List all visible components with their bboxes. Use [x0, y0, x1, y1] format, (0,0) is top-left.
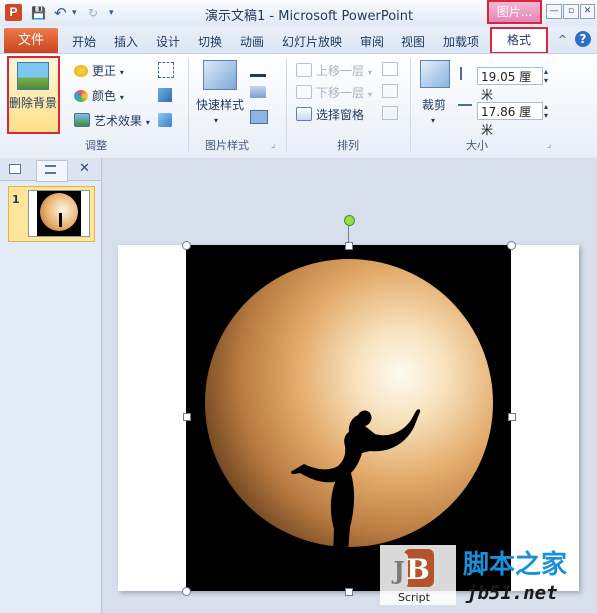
picture-styles-launcher-icon[interactable]: ⌟ — [271, 140, 275, 150]
size-launcher-icon[interactable]: ⌟ — [547, 140, 551, 150]
bring-forward-button[interactable]: 上移一层 ▾ — [296, 62, 372, 79]
tab-home[interactable]: 开始 — [72, 33, 96, 50]
group-separator — [188, 58, 189, 152]
tab-design[interactable]: 设计 — [156, 33, 180, 50]
send-backward-icon — [296, 85, 312, 99]
picture-tools-context-tab[interactable]: 图片... — [487, 0, 542, 24]
artistic-effects-button[interactable]: 艺术效果 ▾ — [74, 112, 150, 129]
quick-styles-icon[interactable] — [203, 60, 237, 90]
resize-handle-bottom-left[interactable] — [182, 587, 191, 596]
maximize-button[interactable]: ▫ — [563, 4, 579, 19]
remove-background-icon — [17, 62, 49, 90]
picture-layout-icon[interactable] — [250, 110, 268, 124]
compress-pictures-icon[interactable] — [158, 62, 174, 78]
sun-icon — [74, 65, 88, 77]
picture-effects-icon[interactable] — [250, 86, 266, 98]
redo-icon[interactable]: ↻ — [88, 5, 98, 21]
reset-picture-icon[interactable] — [158, 113, 172, 127]
watermark-domain: jb51.net — [466, 582, 558, 604]
file-tab[interactable]: 文件 — [4, 28, 58, 53]
resize-handle-top-left[interactable] — [182, 241, 191, 250]
resize-handle-bottom[interactable] — [345, 588, 353, 596]
svg-text:J: J — [391, 556, 404, 585]
height-input[interactable]: 19.05 厘米 — [477, 67, 543, 102]
send-backward-button[interactable]: 下移一层 ▾ — [296, 84, 372, 101]
bring-forward-label: 上移一层 — [316, 64, 365, 78]
selected-picture[interactable] — [186, 245, 511, 591]
tab-review[interactable]: 审阅 — [360, 33, 384, 50]
tab-slideshow[interactable]: 幻灯片放映 — [282, 33, 342, 50]
group-separator — [286, 58, 287, 152]
rotate-icon[interactable] — [382, 106, 398, 120]
rotate-connector — [348, 224, 349, 244]
arrange-group-label: 排列 — [337, 139, 359, 152]
collapse-ribbon-icon[interactable]: ^ — [558, 33, 567, 46]
corrections-label: 更正 — [92, 64, 117, 78]
height-icon — [460, 67, 472, 80]
change-picture-icon[interactable] — [158, 88, 172, 102]
color-button[interactable]: 颜色 ▾ — [74, 87, 124, 104]
tab-view[interactable]: 视图 — [401, 33, 425, 50]
resize-handle-right[interactable] — [508, 413, 516, 421]
group-icon[interactable] — [382, 84, 398, 98]
minimize-button[interactable]: — — [546, 4, 562, 19]
powerpoint-app-icon[interactable]: P — [5, 4, 22, 21]
bring-forward-icon — [296, 63, 312, 77]
quick-styles-label[interactable]: 快速样式 — [196, 96, 244, 113]
crop-icon[interactable] — [420, 60, 450, 88]
tab-animations[interactable]: 动画 — [240, 33, 264, 50]
selection-pane-label: 选择窗格 — [316, 108, 365, 122]
tab-addins[interactable]: 加载项 — [443, 33, 479, 50]
height-spinner[interactable]: ▴ ▾ — [544, 67, 548, 85]
svg-text:B: B — [406, 553, 430, 586]
help-icon[interactable]: ? — [575, 31, 591, 47]
watermark-site-name: 脚本之家 — [463, 550, 568, 580]
moon-dancer-image — [205, 259, 493, 577]
resize-handle-top-right[interactable] — [507, 241, 516, 250]
window-title: 演示文稿1 - Microsoft PowerPoint — [205, 9, 414, 24]
artistic-effects-icon — [74, 113, 90, 127]
close-panel-icon[interactable]: ✕ — [79, 161, 90, 176]
slide-number: 1 — [12, 193, 20, 206]
corrections-button[interactable]: 更正 ▾ — [74, 62, 124, 79]
group-separator — [410, 58, 411, 152]
color-label: 颜色 — [92, 89, 117, 103]
picture-border-icon[interactable] — [250, 62, 266, 77]
selection-pane-button[interactable]: 选择窗格 — [296, 106, 364, 123]
customize-qat-icon[interactable]: ▾ — [109, 5, 114, 21]
selection-pane-icon — [296, 107, 312, 121]
remove-background-label: 删除背景 — [9, 96, 58, 110]
align-icon[interactable] — [382, 62, 398, 76]
resize-handle-left[interactable] — [183, 413, 191, 421]
save-icon[interactable]: 💾 — [31, 5, 46, 21]
color-palette-icon — [74, 90, 88, 102]
quick-styles-dropdown-icon[interactable]: ▾ — [214, 116, 218, 125]
outline-tab-icon — [45, 165, 56, 174]
picture-styles-group-label: 图片样式 — [205, 139, 249, 152]
undo-dropdown-icon[interactable]: ▾ — [72, 5, 77, 21]
artistic-effects-label: 艺术效果 — [94, 114, 143, 128]
slide-thumbnail[interactable] — [28, 190, 90, 237]
send-backward-label: 下移一层 — [316, 86, 365, 100]
tab-format[interactable]: 格式 — [490, 27, 548, 54]
width-icon — [458, 104, 472, 116]
rotate-handle[interactable] — [344, 215, 355, 226]
size-group-label: 大小 — [466, 139, 488, 152]
tab-insert[interactable]: 插入 — [114, 33, 138, 50]
undo-icon[interactable]: ↶ — [54, 5, 67, 21]
width-input[interactable]: 17.86 厘米 — [477, 102, 543, 137]
watermark-logo-text: Script — [398, 591, 430, 604]
resize-handle-top[interactable] — [345, 242, 353, 250]
close-button[interactable]: ✕ — [580, 4, 595, 19]
width-spinner[interactable]: ▴ ▾ — [544, 102, 548, 120]
crop-dropdown-icon[interactable]: ▾ — [431, 116, 435, 125]
slides-tab-icon[interactable] — [9, 164, 21, 174]
crop-label[interactable]: 裁剪 — [422, 96, 446, 113]
adjust-group-label: 调整 — [85, 139, 107, 152]
tab-transitions[interactable]: 切换 — [198, 33, 222, 50]
